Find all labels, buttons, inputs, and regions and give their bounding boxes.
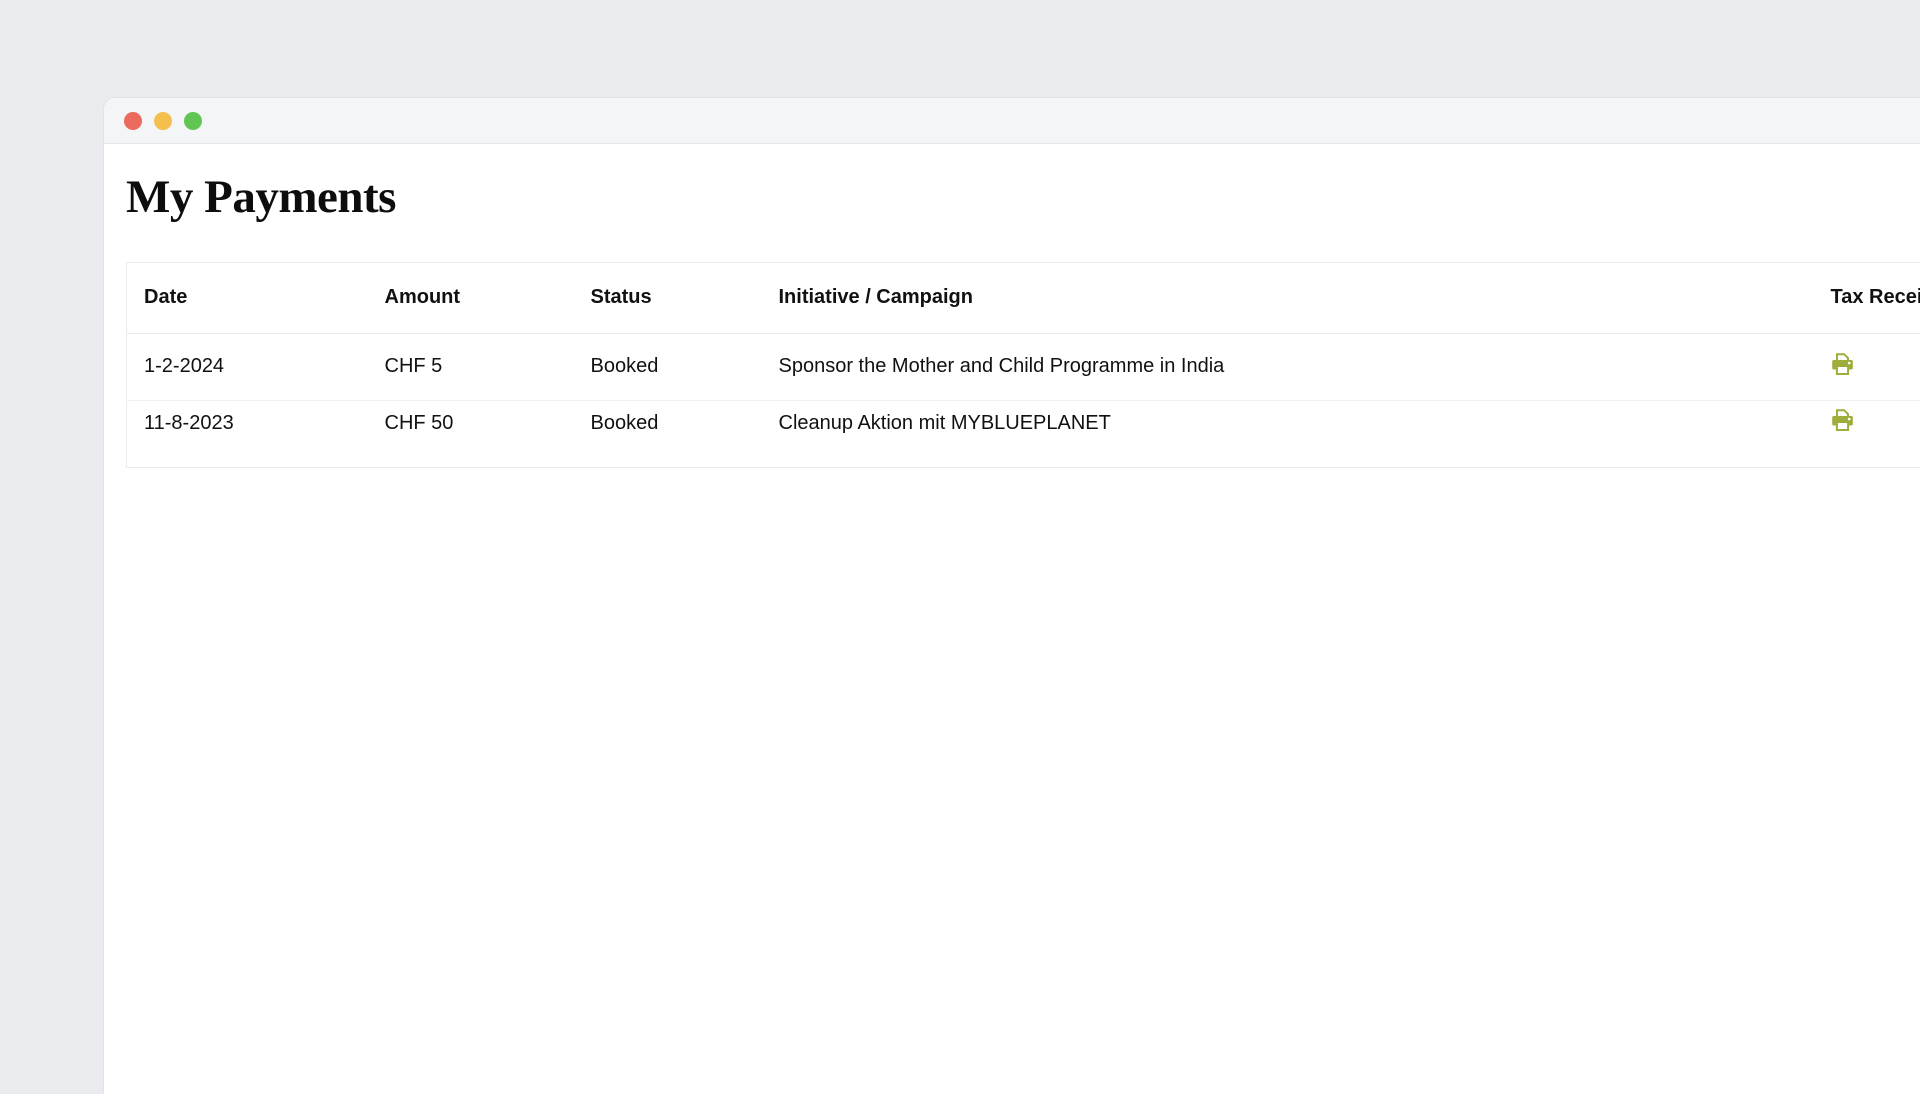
- header-date: Date: [127, 262, 368, 333]
- window-titlebar: [104, 98, 1920, 144]
- initiative-cell: Sponsor the Mother and Child Programme i…: [762, 333, 1814, 400]
- page-title: My Payments: [126, 168, 1920, 227]
- page-content: My Payments Date Amount Status Initiativ…: [104, 144, 1920, 468]
- header-initiative: Initiative / Campaign: [762, 262, 1814, 333]
- status-cell: Booked: [574, 333, 762, 400]
- date-cell: 11-8-2023: [127, 400, 368, 467]
- zoom-button[interactable]: [184, 112, 202, 130]
- table-row: 11-8-2023 CHF 50 Booked Cleanup Aktion m…: [127, 400, 1920, 467]
- payments-table: Date Amount Status Initiative / Campaign…: [126, 262, 1920, 468]
- header-status: Status: [574, 262, 762, 333]
- amount-cell: CHF 5: [368, 333, 574, 400]
- minimize-button[interactable]: [154, 112, 172, 130]
- header-amount: Amount: [368, 262, 574, 333]
- table-row: 1-2-2024 CHF 5 Booked Sponsor the Mother…: [127, 333, 1920, 400]
- tax-receipt-cell: [1814, 400, 1920, 467]
- print-receipt-button[interactable]: [1831, 408, 1855, 432]
- header-tax-receipt: Tax Receipt: [1814, 262, 1920, 333]
- close-button[interactable]: [124, 112, 142, 130]
- printer-icon: [1831, 408, 1854, 432]
- print-receipt-button[interactable]: [1831, 352, 1855, 376]
- amount-cell: CHF 50: [368, 400, 574, 467]
- date-cell: 1-2-2024: [127, 333, 368, 400]
- tax-receipt-cell: [1814, 333, 1920, 400]
- printer-icon: [1831, 352, 1854, 376]
- window-controls: [124, 112, 202, 130]
- initiative-cell: Cleanup Aktion mit MYBLUEPLANET: [762, 400, 1814, 467]
- browser-window: My Payments Date Amount Status Initiativ…: [103, 97, 1920, 1094]
- table-header-row: Date Amount Status Initiative / Campaign…: [127, 262, 1920, 333]
- status-cell: Booked: [574, 400, 762, 467]
